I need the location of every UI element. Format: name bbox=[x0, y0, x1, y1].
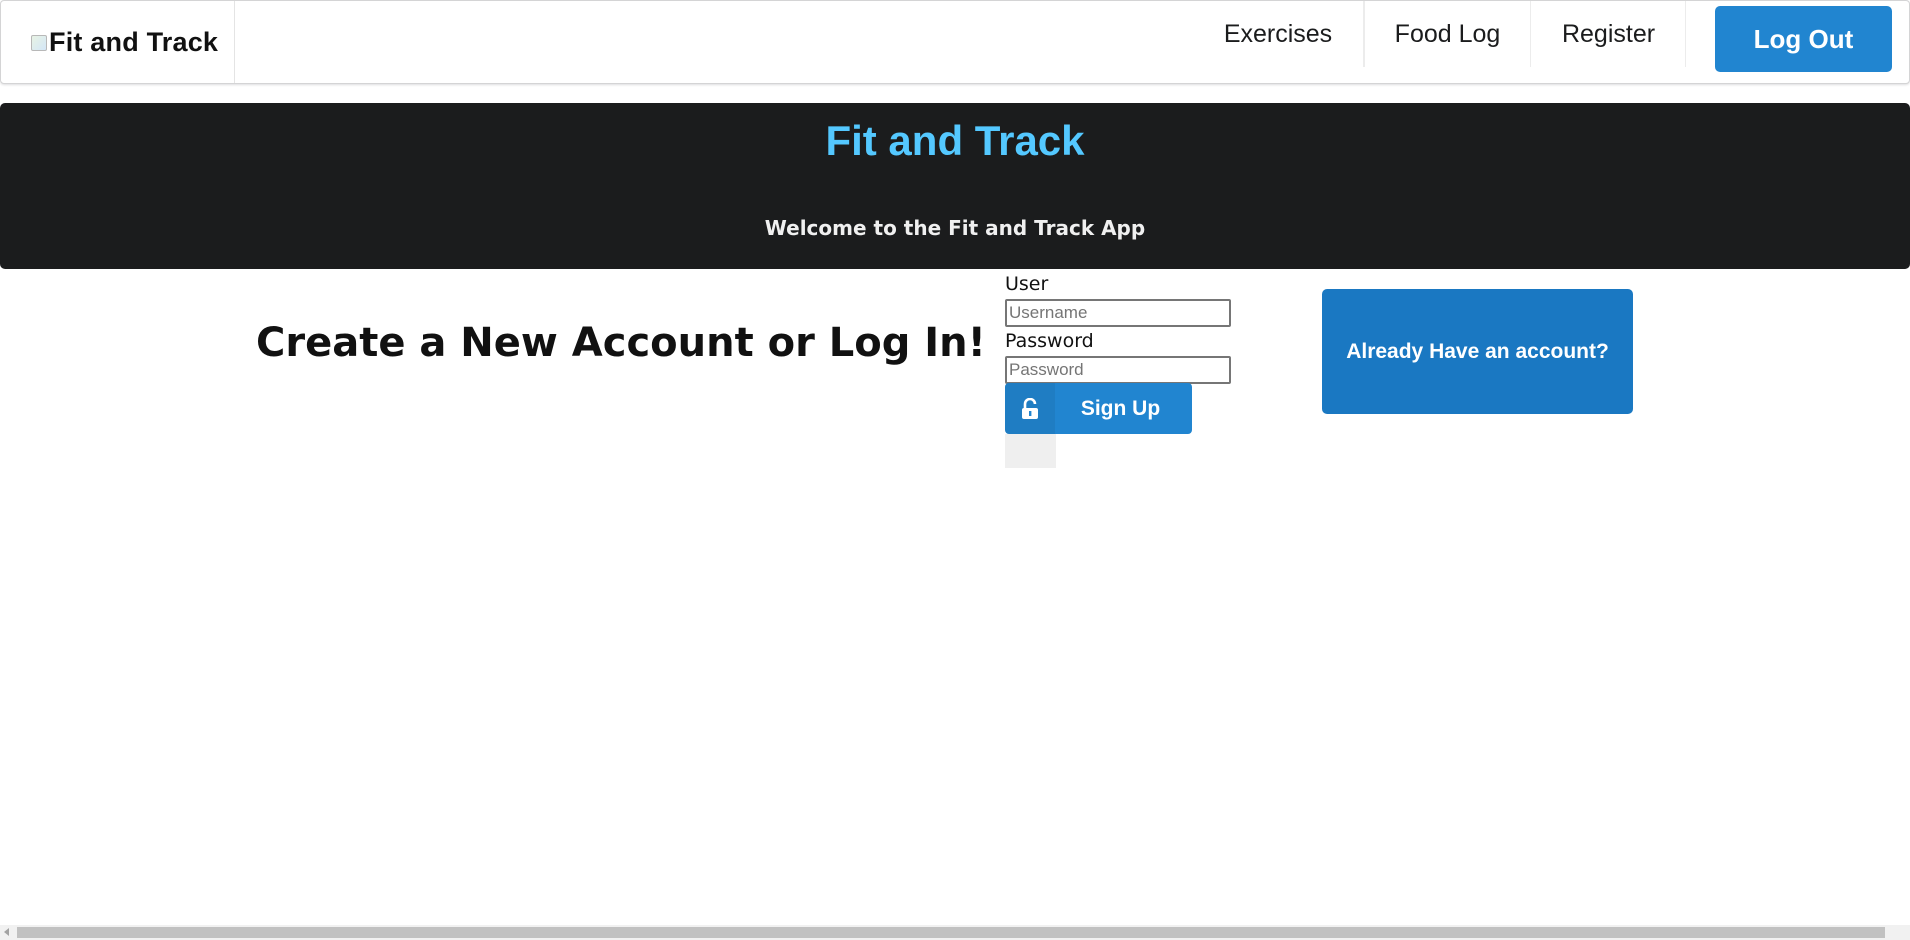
brand-logo-link[interactable]: Fit and Track bbox=[1, 1, 235, 83]
signup-form: User Password Sign Up bbox=[1005, 272, 1245, 468]
nav-divider bbox=[1685, 1, 1686, 67]
unlock-icon bbox=[1005, 383, 1055, 434]
sign-up-label: Sign Up bbox=[1080, 396, 1161, 420]
horizontal-scrollbar[interactable] bbox=[0, 925, 1910, 940]
blank-placeholder-box bbox=[1005, 434, 1056, 468]
welcome-banner: Fit and Track Welcome to the Fit and Tra… bbox=[0, 103, 1910, 269]
scrollbar-thumb[interactable] bbox=[17, 927, 1885, 938]
logout-button[interactable]: Log Out bbox=[1715, 6, 1892, 72]
username-input[interactable] bbox=[1005, 299, 1231, 327]
password-label: Password bbox=[1005, 330, 1094, 352]
banner-title: Fit and Track bbox=[825, 117, 1085, 164]
nav-item-register[interactable]: Register bbox=[1530, 1, 1686, 67]
banner-subtitle: Welcome to the Fit and Track App bbox=[764, 216, 1146, 240]
top-menu: Fit and Track Exercises Food Log Registe… bbox=[0, 0, 1910, 84]
broken-image-icon bbox=[31, 35, 47, 51]
page-headline: Create a New Account or Log In! bbox=[256, 320, 986, 366]
nav-item-exercises[interactable]: Exercises bbox=[1203, 1, 1353, 67]
brand-name: Fit and Track bbox=[49, 26, 219, 57]
scroll-left-arrow-icon[interactable] bbox=[4, 928, 9, 936]
sign-up-button[interactable]: Sign Up bbox=[1005, 383, 1192, 434]
nav-item-food-log[interactable]: Food Log bbox=[1364, 1, 1530, 67]
password-input[interactable] bbox=[1005, 356, 1231, 384]
user-label: User bbox=[1005, 273, 1049, 295]
already-have-account-button[interactable]: Already Have an account? bbox=[1322, 289, 1633, 414]
